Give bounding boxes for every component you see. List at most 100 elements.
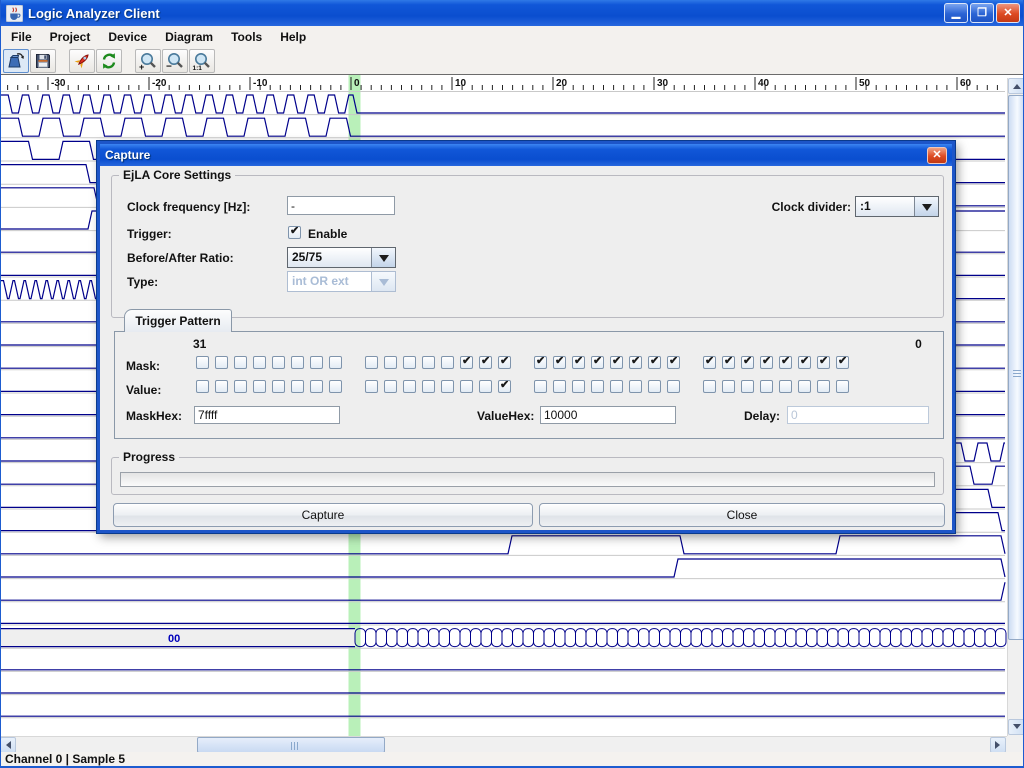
mask-bit-10-checkbox[interactable]	[629, 356, 642, 369]
value-bit-28-checkbox[interactable]	[253, 380, 266, 393]
trigger-enable-checkbox[interactable]	[288, 226, 301, 239]
mask-bit-0-checkbox[interactable]	[836, 356, 849, 369]
mask-bit-19-checkbox[interactable]	[441, 356, 454, 369]
mask-bit-17-checkbox[interactable]	[479, 356, 492, 369]
clock-divider-combobox[interactable]: :1	[855, 196, 939, 217]
value-bit-11-checkbox[interactable]	[610, 380, 623, 393]
mask-bit-9-checkbox[interactable]	[648, 356, 661, 369]
value-bit-21-checkbox[interactable]	[403, 380, 416, 393]
minimize-button[interactable]: ▁	[944, 3, 968, 23]
vertical-scrollbar[interactable]	[1007, 78, 1024, 736]
mask-bit-26-checkbox[interactable]	[291, 356, 304, 369]
mask-bit-4-checkbox[interactable]	[760, 356, 773, 369]
mask-bit-13-checkbox[interactable]	[572, 356, 585, 369]
mask-bit-15-checkbox[interactable]	[534, 356, 547, 369]
mask-bit-18-checkbox[interactable]	[460, 356, 473, 369]
mask-bit-30-checkbox[interactable]	[215, 356, 228, 369]
value-bit-7-checkbox[interactable]	[703, 380, 716, 393]
dialog-title-bar[interactable]: Capture ✕	[100, 144, 952, 166]
value-bit-27-checkbox[interactable]	[272, 380, 285, 393]
value-bit-4-checkbox[interactable]	[760, 380, 773, 393]
mask-bit-24-checkbox[interactable]	[329, 356, 342, 369]
value-bit-23-checkbox[interactable]	[365, 380, 378, 393]
value-bit-6-checkbox[interactable]	[722, 380, 735, 393]
menu-device[interactable]: Device	[99, 28, 156, 46]
mask-bit-6-checkbox[interactable]	[722, 356, 735, 369]
valuehex-field[interactable]	[540, 406, 676, 424]
mask-bit-20-checkbox[interactable]	[422, 356, 435, 369]
close-button[interactable]: ✕	[996, 3, 1020, 23]
mask-bit-7-checkbox[interactable]	[703, 356, 716, 369]
zoom-in-button[interactable]: +	[135, 49, 161, 73]
value-bit-31-checkbox[interactable]	[196, 380, 209, 393]
mask-bit-28-checkbox[interactable]	[253, 356, 266, 369]
menu-project[interactable]: Project	[41, 28, 100, 46]
mask-bit-21-checkbox[interactable]	[403, 356, 416, 369]
scroll-right-button[interactable]	[990, 737, 1006, 753]
maskhex-field[interactable]	[194, 406, 340, 424]
mask-bit-25-checkbox[interactable]	[310, 356, 323, 369]
mask-bit-5-checkbox[interactable]	[741, 356, 754, 369]
scroll-up-button[interactable]	[1008, 78, 1024, 94]
value-bit-13-checkbox[interactable]	[572, 380, 585, 393]
vertical-scroll-thumb[interactable]	[1008, 95, 1024, 640]
value-bit-1-checkbox[interactable]	[817, 380, 830, 393]
value-bit-14-checkbox[interactable]	[553, 380, 566, 393]
value-bit-24-checkbox[interactable]	[329, 380, 342, 393]
zoom-out-button[interactable]: −	[162, 49, 188, 73]
value-bit-26-checkbox[interactable]	[291, 380, 304, 393]
zoom-one-to-one-button[interactable]: 1:1	[189, 49, 215, 73]
capture-button[interactable]: Capture	[113, 503, 533, 527]
mask-bit-14-checkbox[interactable]	[553, 356, 566, 369]
value-bit-18-checkbox[interactable]	[460, 380, 473, 393]
value-bit-20-checkbox[interactable]	[422, 380, 435, 393]
open-file-button[interactable]	[3, 49, 29, 73]
scroll-down-button[interactable]	[1008, 719, 1024, 735]
horizontal-scroll-thumb[interactable]	[197, 737, 385, 753]
value-bit-9-checkbox[interactable]	[648, 380, 661, 393]
horizontal-scrollbar[interactable]	[0, 736, 1007, 752]
value-bit-3-checkbox[interactable]	[779, 380, 792, 393]
mask-bit-23-checkbox[interactable]	[365, 356, 378, 369]
clock-frequency-field[interactable]	[287, 196, 395, 215]
dialog-close-button[interactable]: ✕	[927, 147, 947, 164]
mask-bit-11-checkbox[interactable]	[610, 356, 623, 369]
value-bit-8-checkbox[interactable]	[667, 380, 680, 393]
value-bit-12-checkbox[interactable]	[591, 380, 604, 393]
value-bit-15-checkbox[interactable]	[534, 380, 547, 393]
value-bit-29-checkbox[interactable]	[234, 380, 247, 393]
value-bit-5-checkbox[interactable]	[741, 380, 754, 393]
menu-help[interactable]: Help	[271, 28, 315, 46]
save-button[interactable]	[30, 49, 56, 73]
value-bit-30-checkbox[interactable]	[215, 380, 228, 393]
run-capture-button[interactable]	[69, 49, 95, 73]
mask-bit-12-checkbox[interactable]	[591, 356, 604, 369]
chevron-down-icon[interactable]	[371, 248, 395, 267]
chevron-down-icon[interactable]	[914, 197, 938, 216]
mask-bit-1-checkbox[interactable]	[817, 356, 830, 369]
mask-bit-16-checkbox[interactable]	[498, 356, 511, 369]
menu-tools[interactable]: Tools	[222, 28, 271, 46]
menu-diagram[interactable]: Diagram	[156, 28, 222, 46]
close-dialog-button[interactable]: Close	[539, 503, 945, 527]
mask-bit-27-checkbox[interactable]	[272, 356, 285, 369]
mask-bit-8-checkbox[interactable]	[667, 356, 680, 369]
mask-bit-3-checkbox[interactable]	[779, 356, 792, 369]
value-bit-19-checkbox[interactable]	[441, 380, 454, 393]
value-bit-16-checkbox[interactable]	[498, 380, 511, 393]
refresh-button[interactable]	[96, 49, 122, 73]
menu-file[interactable]: File	[2, 28, 41, 46]
mask-bit-2-checkbox[interactable]	[798, 356, 811, 369]
value-bit-17-checkbox[interactable]	[479, 380, 492, 393]
value-bit-25-checkbox[interactable]	[310, 380, 323, 393]
mask-bit-31-checkbox[interactable]	[196, 356, 209, 369]
value-bit-0-checkbox[interactable]	[836, 380, 849, 393]
before-after-ratio-combobox[interactable]: 25/75	[287, 247, 396, 268]
value-bit-22-checkbox[interactable]	[384, 380, 397, 393]
restore-button[interactable]: ❐	[970, 3, 994, 23]
value-bit-2-checkbox[interactable]	[798, 380, 811, 393]
tab-trigger-pattern[interactable]: Trigger Pattern	[124, 309, 232, 332]
scroll-left-button[interactable]	[0, 737, 16, 753]
mask-bit-29-checkbox[interactable]	[234, 356, 247, 369]
value-bit-10-checkbox[interactable]	[629, 380, 642, 393]
